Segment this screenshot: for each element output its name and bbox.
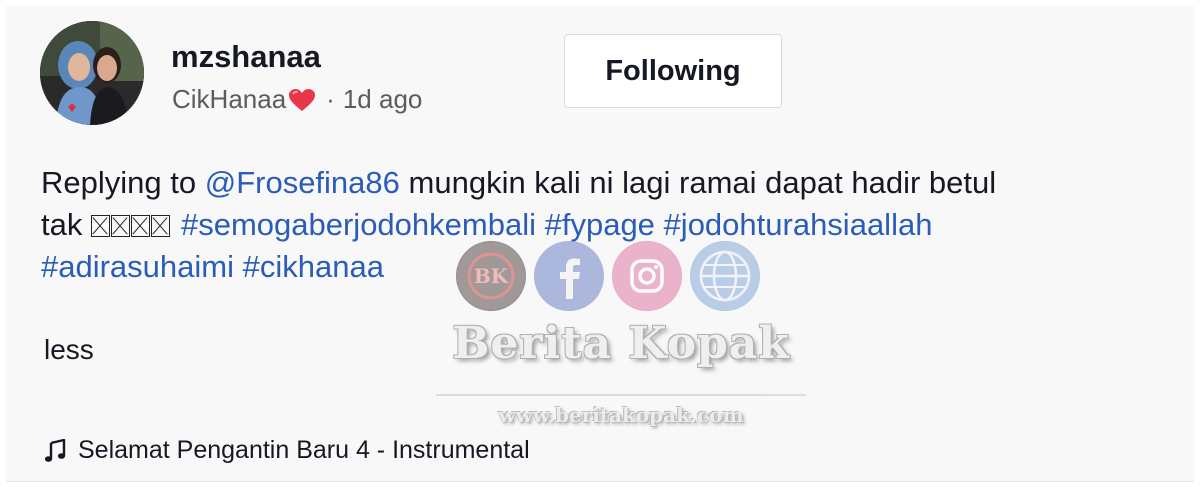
following-button[interactable]: Following (564, 34, 782, 108)
hashtag-link[interactable]: #adirasuhaimi (41, 249, 234, 284)
caption-text: tak (41, 207, 91, 242)
hashtag-link[interactable]: #semogaberjodohkembali (181, 207, 536, 242)
display-name[interactable]: CikHanaa (172, 84, 286, 115)
caption-line-3: #adirasuhaimi #cikhanaa (41, 246, 1161, 288)
caption-text: mungkin kali ni lagi ramai dapat hadir b… (399, 165, 997, 200)
hashtag-link[interactable]: #jodohturahsiaallah (664, 207, 933, 242)
emoji-placeholder-icon (90, 207, 171, 242)
watermark-brand: Berita Kopak (452, 318, 790, 369)
hashtag-link[interactable]: #cikhanaa (243, 249, 384, 284)
caption-text: Replying to (41, 165, 205, 200)
watermark-url: www.beritakopak.com (498, 403, 744, 427)
caption-line-1: Replying to @Frosefina86 mungkin kali ni… (41, 162, 1161, 204)
caption-line-2: tak #semogaberjodohkembali #fypage #jodo… (41, 204, 1161, 246)
post-caption: Replying to @Frosefina86 mungkin kali ni… (41, 162, 1161, 288)
music-note-icon (44, 438, 66, 463)
post-meta: CikHanaa · 1d ago (172, 84, 422, 115)
hashtag-link[interactable]: #fypage (545, 207, 655, 242)
watermark-divider (436, 394, 806, 396)
post-card: mzshanaa CikHanaa · 1d ago Following Rep… (6, 6, 1194, 482)
meta-separator: · (326, 84, 335, 114)
username[interactable]: mzshanaa (171, 39, 321, 75)
music-track[interactable]: Selamat Pengantin Baru 4 - Instrumental (44, 436, 530, 465)
music-title: Selamat Pengantin Baru 4 - Instrumental (78, 436, 530, 464)
mention-link[interactable]: @Frosefina86 (205, 165, 400, 200)
post-time: 1d ago (342, 84, 423, 114)
less-toggle[interactable]: less (44, 334, 94, 366)
heart-icon (288, 88, 316, 112)
avatar-photo (40, 21, 144, 125)
user-avatar[interactable] (40, 21, 144, 125)
